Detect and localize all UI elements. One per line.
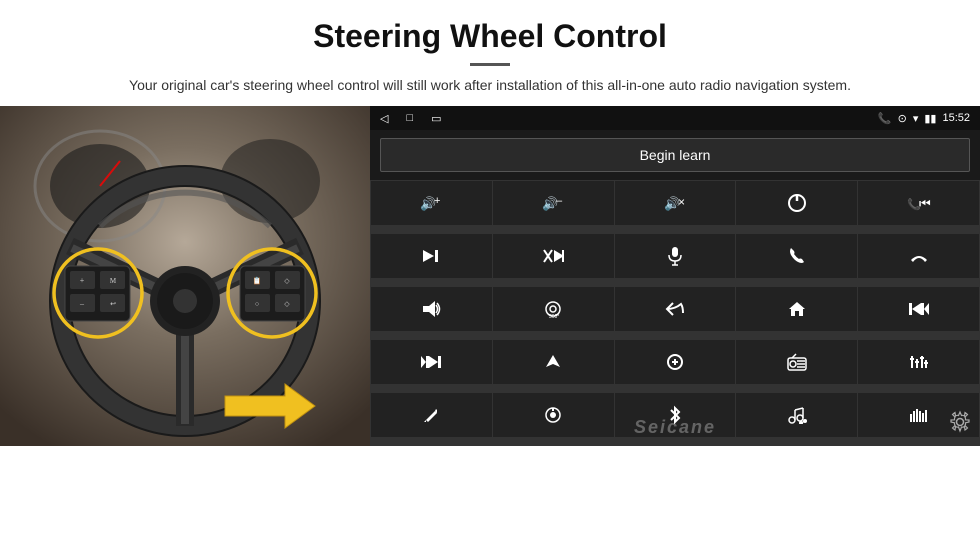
music-settings-button[interactable] bbox=[736, 393, 857, 437]
status-right: 📞 ⊙ ▾ ▮▮ 15:52 bbox=[878, 112, 970, 125]
svg-text:↩: ↩ bbox=[110, 300, 116, 308]
back-button[interactable] bbox=[615, 287, 736, 331]
nav-icons: ◁ □ ▭ bbox=[380, 112, 442, 125]
battery-icon: ▮▮ bbox=[924, 112, 936, 125]
phone-icon: 📞 bbox=[878, 112, 892, 125]
power-button[interactable] bbox=[736, 181, 857, 225]
svg-text:–: – bbox=[556, 195, 563, 207]
svg-text:360°: 360° bbox=[549, 314, 559, 319]
svg-text:○: ○ bbox=[255, 300, 259, 308]
learn-pen-button[interactable] bbox=[371, 393, 492, 437]
hang-up-button[interactable] bbox=[858, 234, 979, 278]
page-title: Steering Wheel Control bbox=[40, 18, 940, 55]
svg-text:◇: ◇ bbox=[284, 277, 290, 285]
microphone-button[interactable] bbox=[615, 234, 736, 278]
gear-icon[interactable] bbox=[948, 410, 972, 440]
time-display: 15:52 bbox=[942, 112, 970, 124]
header-section: Steering Wheel Control Your original car… bbox=[0, 0, 980, 106]
radio-button[interactable] bbox=[736, 340, 857, 384]
cam360-button[interactable]: 360° bbox=[493, 287, 614, 331]
phone-prev-button[interactable]: 📞 ⏮ bbox=[858, 181, 979, 225]
car-image-panel: + M – ↩ 📋 ◇ ○ ◇ bbox=[0, 106, 370, 446]
content-area: + M – ↩ 📋 ◇ ○ ◇ bbox=[0, 106, 980, 548]
source-button[interactable] bbox=[615, 340, 736, 384]
next-track-button[interactable] bbox=[371, 234, 492, 278]
svg-text:⏮: ⏮ bbox=[919, 196, 931, 211]
vol-down-button[interactable]: 🔊– bbox=[493, 181, 614, 225]
begin-learn-button[interactable]: Begin learn bbox=[380, 138, 970, 172]
wifi-icon: ▾ bbox=[913, 112, 919, 125]
cross-next-button[interactable] bbox=[493, 234, 614, 278]
knob-button[interactable] bbox=[493, 393, 614, 437]
location-icon: ⊙ bbox=[898, 112, 907, 125]
home-nav-icon[interactable]: □ bbox=[406, 112, 413, 124]
next-next-button[interactable] bbox=[371, 340, 492, 384]
title-divider bbox=[470, 63, 510, 66]
phone-call-button[interactable] bbox=[736, 234, 857, 278]
mute-button[interactable]: 🔊× bbox=[615, 181, 736, 225]
begin-learn-row: Begin learn bbox=[370, 130, 980, 180]
prev-prev-button[interactable] bbox=[858, 287, 979, 331]
recents-nav-icon[interactable]: ▭ bbox=[431, 112, 441, 125]
svg-text:📋: 📋 bbox=[253, 276, 262, 285]
svg-text:M: M bbox=[110, 277, 117, 285]
steering-wheel-svg: + M – ↩ 📋 ◇ ○ ◇ bbox=[0, 106, 370, 446]
bluetooth-button[interactable] bbox=[615, 393, 736, 437]
svg-text:+: + bbox=[80, 276, 85, 285]
status-bar: ◁ □ ▭ 📞 ⊙ ▾ ▮▮ 15:52 bbox=[370, 106, 980, 130]
page-wrapper: Steering Wheel Control Your original car… bbox=[0, 0, 980, 548]
home-button[interactable] bbox=[736, 287, 857, 331]
svg-text:+: + bbox=[434, 195, 440, 207]
controls-grid: 🔊+ 🔊– 🔊× 📞 ⏮ bbox=[370, 180, 980, 446]
vol-up-button[interactable]: 🔊+ bbox=[371, 181, 492, 225]
svg-text:×: × bbox=[678, 195, 685, 209]
eq-button[interactable] bbox=[858, 340, 979, 384]
svg-text:◇: ◇ bbox=[284, 300, 290, 308]
horn-button[interactable] bbox=[371, 287, 492, 331]
android-screen: ◁ □ ▭ 📞 ⊙ ▾ ▮▮ 15:52 Begin learn bbox=[370, 106, 980, 446]
subtitle-text: Your original car's steering wheel contr… bbox=[115, 74, 865, 96]
back-nav-icon[interactable]: ◁ bbox=[380, 112, 388, 125]
navigate-button[interactable] bbox=[493, 340, 614, 384]
